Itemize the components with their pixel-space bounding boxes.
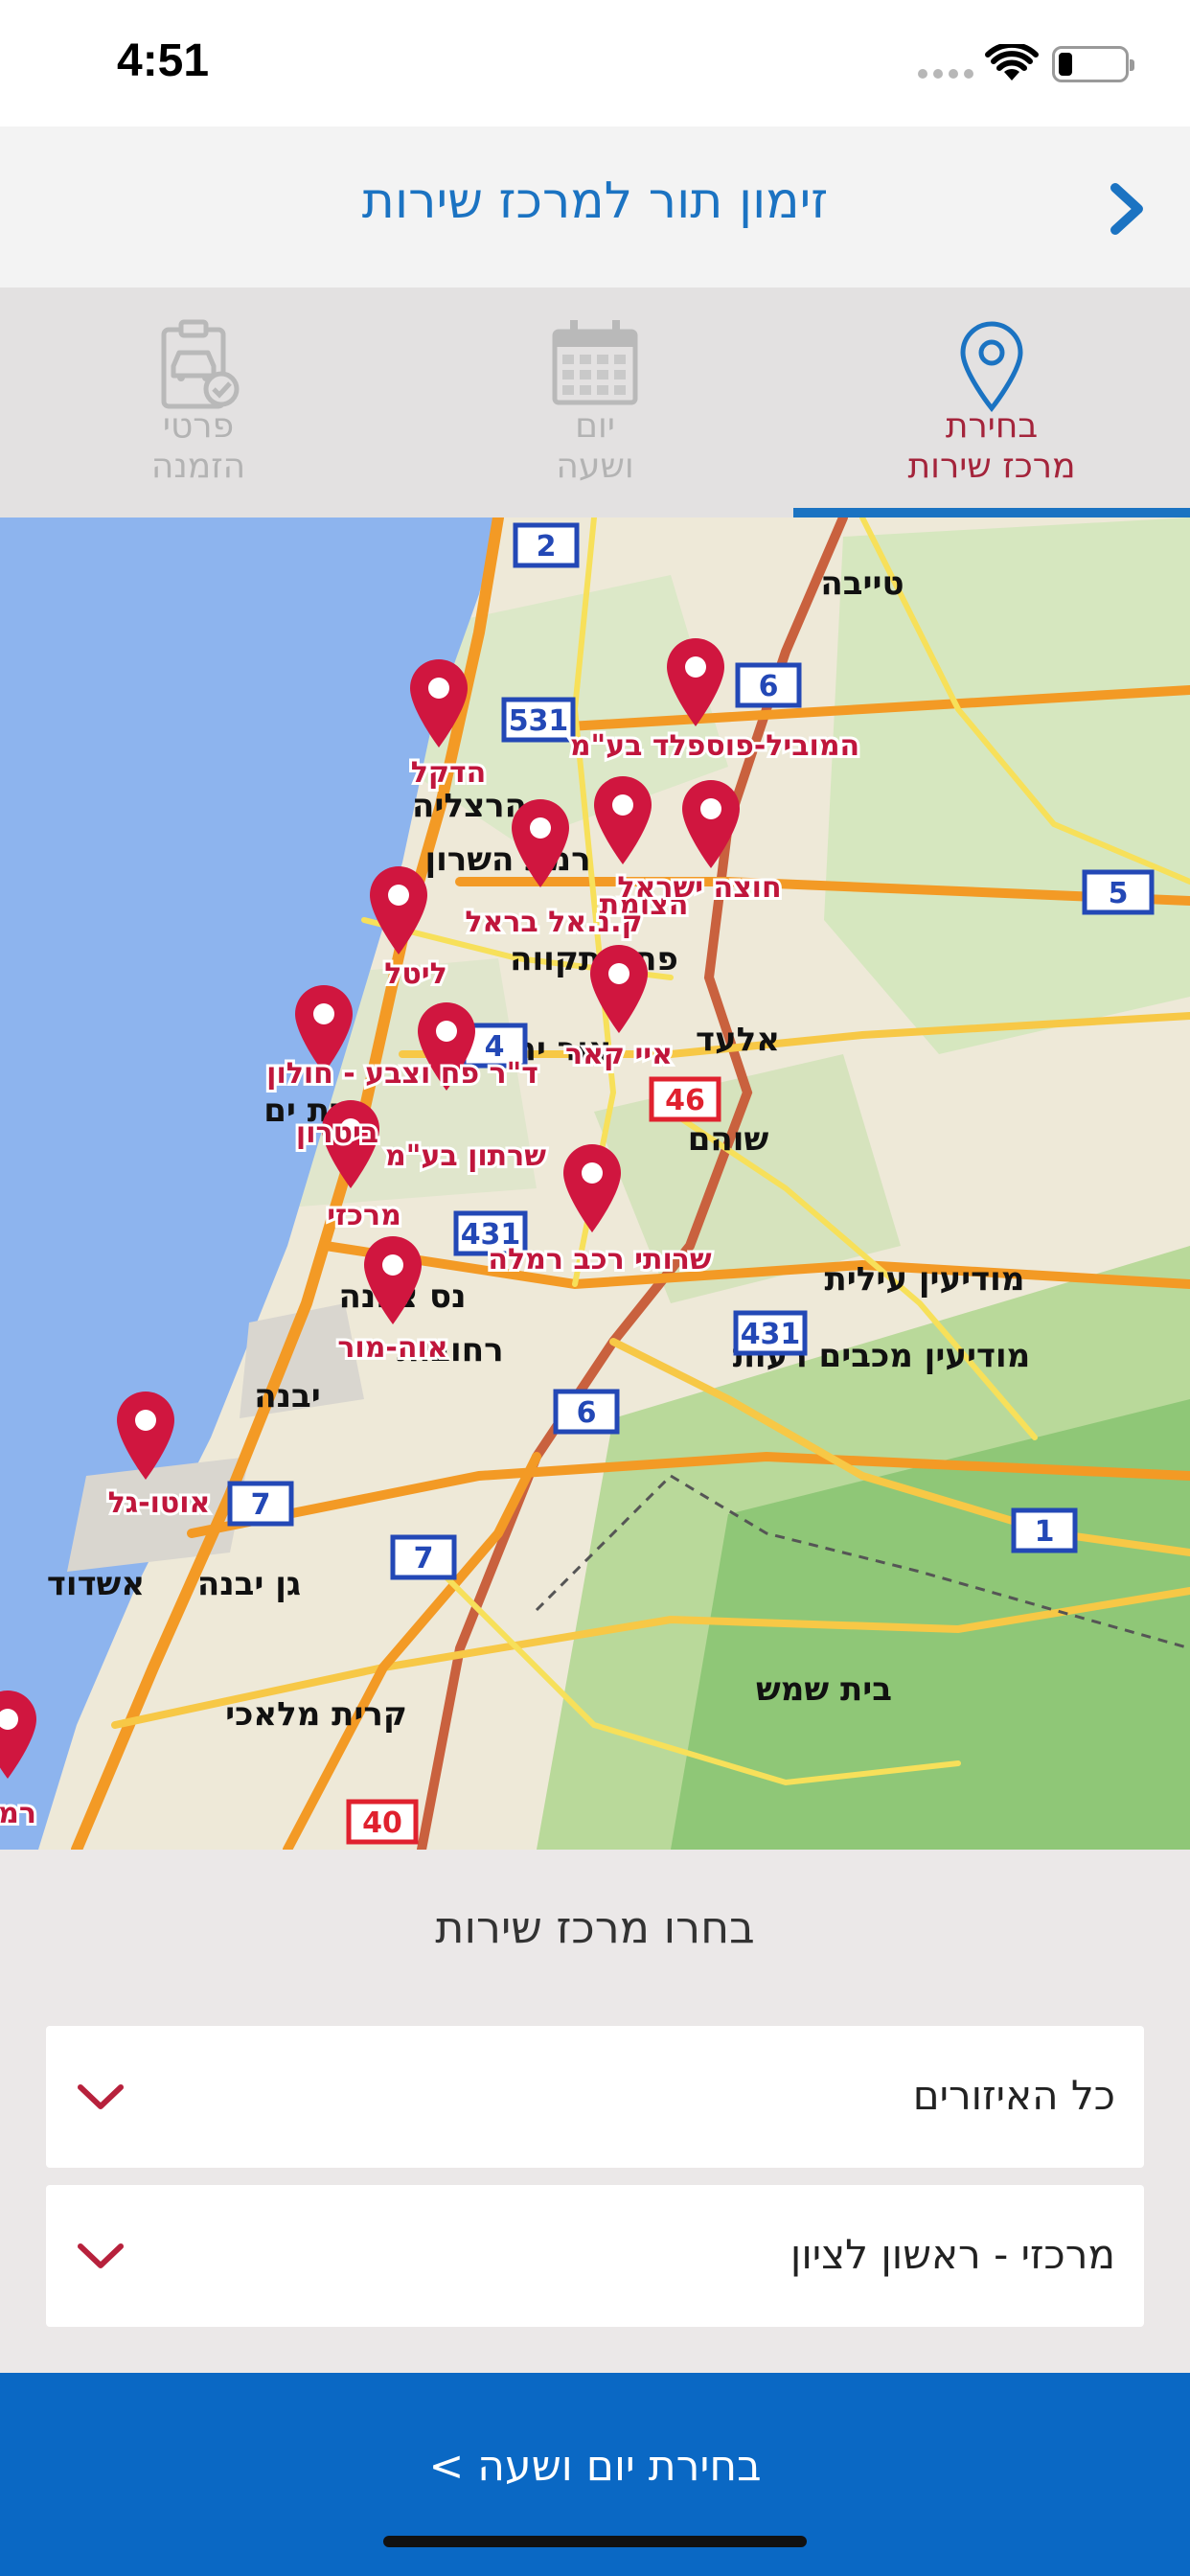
city-label: קרית מלאכי xyxy=(225,1695,407,1734)
home-indicator xyxy=(383,2536,807,2547)
map-canvas[interactable]: טייבה הרצליה רמת השרון פתח תקווה אלעד או… xyxy=(0,518,1190,1850)
region-select-value: כל האיזורים xyxy=(912,2072,1115,2119)
cellular-signal-icon xyxy=(918,69,973,79)
svg-text:531: 531 xyxy=(509,704,569,738)
center-select-value: מרכזי - ראשון לציון xyxy=(790,2231,1115,2278)
status-bar: 4:51 xyxy=(0,0,1190,126)
svg-text:431: 431 xyxy=(741,1318,801,1351)
tab-label-line2: ושעה xyxy=(556,447,634,486)
city-label: יבנה xyxy=(254,1377,321,1415)
center-label: מרכזי xyxy=(327,1199,401,1232)
city-label: מודיעין עילית xyxy=(825,1260,1025,1299)
wifi-icon xyxy=(985,44,1039,80)
road-shield: 2 xyxy=(513,522,580,568)
tab-day-time[interactable]: יום ושעה xyxy=(397,288,793,518)
city-label: אשדוד xyxy=(47,1565,145,1603)
center-label: איי קאר xyxy=(565,1038,673,1071)
center-label: שרתון בע"מ xyxy=(385,1139,546,1173)
nav-bar: זימון תור למרכז שירות xyxy=(0,126,1190,288)
chevron-down-icon xyxy=(78,2084,124,2109)
page-title: זימון תור למרכז שירות xyxy=(361,172,829,230)
road-shield: 40 xyxy=(346,1799,419,1845)
svg-text:7: 7 xyxy=(251,1488,271,1522)
road-shield: 5 xyxy=(1082,869,1155,915)
city-label: רמת השרון xyxy=(424,840,590,879)
center-label: רמ xyxy=(0,1797,36,1830)
center-label: ד"ר פח וצבע - חולון xyxy=(266,1057,538,1091)
center-select[interactable]: מרכזי - ראשון לציון xyxy=(46,2185,1144,2327)
location-pin-icon xyxy=(960,321,1023,412)
clipboard-car-icon xyxy=(161,319,240,409)
road-shield: 7 xyxy=(390,1534,457,1580)
status-time: 4:51 xyxy=(117,35,210,86)
step-tabs: פרטי הזמנה יום ושעה בחירת מרכז שירות xyxy=(0,288,1190,518)
city-label: גן יבנה xyxy=(197,1565,301,1603)
tab-label-line1: פרטי xyxy=(162,406,235,446)
road-shield: 431 xyxy=(733,1310,808,1356)
road-shield: 531 xyxy=(501,697,576,743)
city-label: טייבה xyxy=(820,564,904,603)
svg-text:40: 40 xyxy=(362,1806,402,1840)
city-label: שוהם xyxy=(688,1120,769,1159)
svg-text:1: 1 xyxy=(1035,1515,1055,1549)
city-label: אלעד xyxy=(696,1021,780,1059)
road-shield: 6 xyxy=(553,1389,620,1435)
road-shield: 1 xyxy=(1011,1507,1078,1553)
chevron-down-icon xyxy=(78,2243,124,2268)
center-label: ק.נ.אל בראל xyxy=(465,906,642,939)
tab-order-details[interactable]: פרטי הזמנה xyxy=(0,288,397,518)
center-label: הדקל xyxy=(411,756,487,790)
tab-service-center[interactable]: בחירת מרכז שירות xyxy=(793,288,1190,518)
svg-text:46: 46 xyxy=(665,1084,705,1117)
svg-text:5: 5 xyxy=(1109,877,1129,910)
svg-text:7: 7 xyxy=(414,1542,434,1576)
center-label: אוטו-גל xyxy=(108,1486,211,1520)
next-button-label: בחירת יום ושעה > xyxy=(428,2442,762,2491)
center-label: אוה-מור xyxy=(337,1331,447,1365)
svg-text:6: 6 xyxy=(759,670,779,703)
svg-text:2: 2 xyxy=(537,530,557,564)
picker-title: בחרו מרכז שירות xyxy=(435,1901,755,1953)
tab-label-line1: בחירת xyxy=(945,406,1039,446)
road-shield: 7 xyxy=(227,1481,294,1527)
region-select[interactable]: כל האיזורים xyxy=(46,2026,1144,2168)
road-shield: 46 xyxy=(649,1076,721,1122)
calendar-icon xyxy=(552,320,638,405)
svg-text:6: 6 xyxy=(577,1396,597,1430)
city-label: בית שמש xyxy=(756,1670,892,1709)
center-label: ביטרון xyxy=(296,1116,378,1150)
road-shield: 6 xyxy=(735,662,802,708)
service-centers-map[interactable]: טייבה הרצליה רמת השרון פתח תקווה אלעד או… xyxy=(0,518,1190,1850)
center-label: ליטל xyxy=(384,957,447,991)
center-label: שרותי רכב רמלה xyxy=(488,1243,711,1276)
center-label: המוביל-פוספלד בע"מ xyxy=(570,729,859,763)
active-tab-indicator xyxy=(793,508,1190,518)
tab-label-line1: יום xyxy=(575,406,615,446)
battery-icon xyxy=(1052,46,1134,82)
center-label: חוצה ישראל xyxy=(617,871,781,905)
tab-label-line2: הזמנה xyxy=(150,447,246,486)
tab-label-line2: מרכז שירות xyxy=(907,447,1076,486)
city-label: הרצליה xyxy=(412,787,527,825)
back-chevron-icon[interactable] xyxy=(1096,172,1163,245)
